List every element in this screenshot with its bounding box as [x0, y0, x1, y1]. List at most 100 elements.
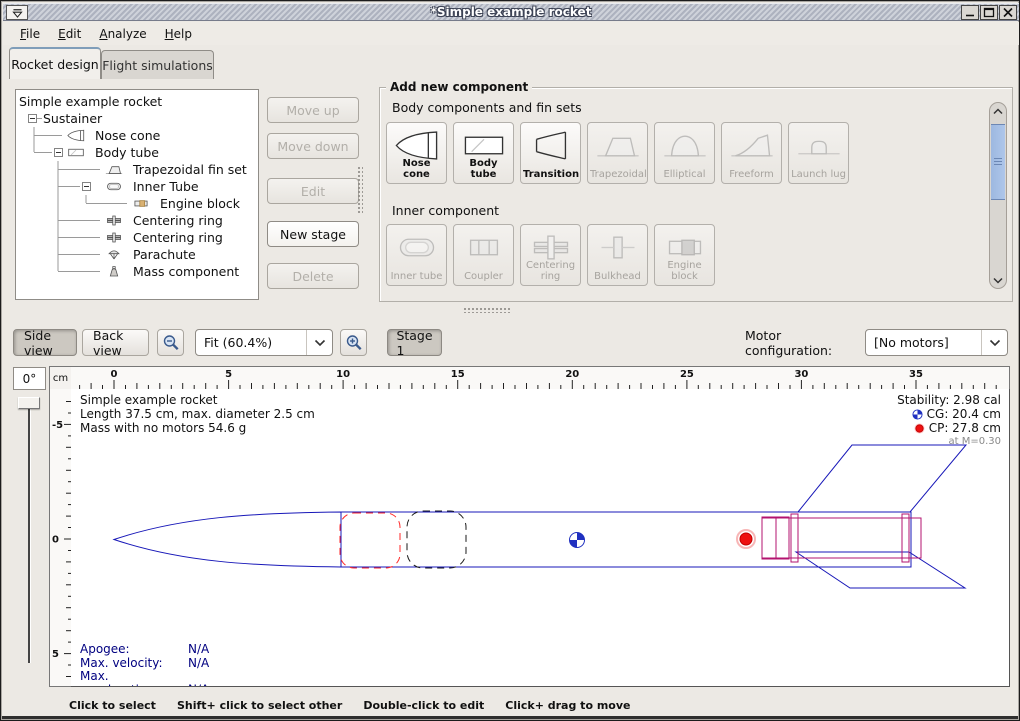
add-bulkhead-button[interactable]: Bulkhead	[587, 224, 648, 286]
tree-item-nose-cone[interactable]: Nose cone	[16, 127, 256, 144]
new-stage-button[interactable]: New stage	[267, 221, 359, 247]
tree-item-body-tube[interactable]: Body tube	[16, 144, 256, 161]
component-button-label: Body tube	[454, 158, 513, 180]
rocket-design-canvas[interactable]: Simple example rocket Length 37.5 cm, ma…	[71, 389, 1010, 687]
maximize-button[interactable]	[980, 5, 998, 20]
menu-file[interactable]: File	[11, 24, 49, 44]
move-down-button[interactable]: Move down	[267, 133, 359, 159]
bulkhead-icon	[595, 231, 641, 264]
add-coupler-button[interactable]: Coupler	[453, 224, 514, 286]
add-freeform-button[interactable]: Freeform	[721, 122, 782, 184]
add-centering-ring-button[interactable]: Centering ring	[520, 224, 581, 286]
add-elliptical-button[interactable]: Elliptical	[654, 122, 715, 184]
stability-block: Stability: 2.98 cal CG: 20.4 cm CP: 27.8…	[897, 393, 1001, 449]
back-view-button[interactable]: Back view	[82, 329, 149, 356]
rocket-name: Simple example rocket	[80, 393, 315, 407]
move-up-button[interactable]: Move up	[267, 97, 359, 123]
add-inner-tube-button[interactable]: Inner tube	[386, 224, 447, 286]
cp-value: CP: 27.8 cm	[929, 421, 1001, 435]
tree-expander-icon[interactable]	[28, 114, 37, 123]
inner-tube-icon	[102, 180, 126, 193]
tree-item-sustainer[interactable]: Sustainer	[16, 110, 256, 127]
svg-text:5: 5	[52, 649, 59, 660]
tree-item-simple-example-rocket[interactable]: Simple example rocket	[16, 93, 256, 110]
tree-item-label: Inner Tube	[133, 178, 199, 195]
tree-item-centering-ring[interactable]: Centering ring	[16, 229, 256, 246]
edit-button[interactable]: Edit	[267, 178, 359, 204]
component-button-label: Inner tube	[387, 271, 446, 282]
status-hint-0: Click to select	[69, 699, 156, 712]
mass-component-icon	[102, 265, 126, 278]
add-trapezoidal-button[interactable]: Trapezoidal	[587, 122, 648, 184]
tree-expander-icon[interactable]	[54, 148, 63, 157]
delete-button[interactable]: Delete	[267, 263, 359, 289]
tree-item-parachute[interactable]: Parachute	[16, 246, 256, 263]
menu-edit[interactable]: Edit	[49, 24, 90, 44]
vertical-splitter-handle[interactable]	[357, 166, 363, 214]
zoom-in-button[interactable]	[340, 329, 367, 356]
tree-item-mass-component[interactable]: Mass component	[16, 263, 256, 280]
add-engine-block-button[interactable]: Engine block	[654, 224, 715, 286]
launch-lug-icon	[796, 129, 842, 162]
tree-item-label: Nose cone	[95, 127, 160, 144]
rotation-slider-thumb[interactable]	[18, 397, 40, 409]
close-button[interactable]	[999, 5, 1017, 20]
rocket-mass: Mass with no motors 54.6 g	[80, 421, 315, 435]
status-hint-2: Double-click to edit	[363, 699, 484, 712]
horizontal-ruler: 05101520253035	[71, 366, 1010, 390]
tree-item-label: Parachute	[133, 246, 196, 263]
fin-trapezoidal-icon	[595, 129, 641, 162]
svg-text:25: 25	[680, 369, 694, 380]
tree-item-trapezoidal-fin-set[interactable]: Trapezoidal fin set	[16, 161, 256, 178]
tab-flight-simulations[interactable]: Flight simulations	[101, 50, 214, 79]
add-body-tube-button[interactable]: Body tube	[453, 122, 514, 184]
menu-help[interactable]: Help	[156, 24, 201, 44]
flight-data-block: Apogee:N/A Max. velocity:N/A Max. accele…	[80, 643, 209, 687]
scroll-up-button[interactable]	[990, 103, 1006, 119]
add-nose-cone-button[interactable]: Nose cone	[386, 122, 447, 184]
chevron-down-icon	[989, 339, 1001, 347]
tree-item-engine-block[interactable]: Engine block	[16, 195, 256, 212]
scroll-down-button[interactable]	[990, 272, 1006, 288]
title-bar: *Simple example rocket	[3, 3, 1019, 21]
window-title: *Simple example rocket	[3, 5, 1019, 19]
engine-block-icon	[129, 197, 153, 210]
nose-cone-outline	[114, 512, 341, 567]
body-tube-icon	[64, 146, 88, 159]
cg-legend-icon	[912, 409, 923, 420]
max-velocity-label: Max. velocity:	[80, 657, 188, 671]
app-window: *Simple example rocket FileEditAnalyzeHe…	[0, 0, 1020, 721]
chevron-down-icon	[993, 277, 1003, 284]
zoom-level-select[interactable]: Fit (60.4%)	[195, 329, 333, 356]
rotation-slider-track[interactable]	[28, 399, 31, 663]
tree-item-centering-ring[interactable]: Centering ring	[16, 212, 256, 229]
horizontal-splitter-handle[interactable]	[463, 307, 511, 313]
svg-text:15: 15	[451, 369, 465, 380]
side-view-button[interactable]: Side view	[13, 329, 77, 356]
add-launch-lug-button[interactable]: Launch lug	[788, 122, 849, 184]
add-component-group: Add new component Body components and fi…	[379, 87, 1013, 302]
tree-item-label: Mass component	[133, 263, 239, 280]
tree-item-inner-tube[interactable]: Inner Tube	[16, 178, 256, 195]
window-menu-button[interactable]	[6, 5, 28, 20]
svg-text:0: 0	[52, 535, 59, 546]
motor-configuration-select[interactable]: [No motors]	[865, 329, 1008, 356]
svg-text:-5: -5	[52, 420, 63, 431]
svg-text:30: 30	[794, 369, 808, 380]
component-tree-panel: Simple example rocketSustainerNose coneB…	[15, 89, 259, 300]
fin-trapezoidal-icon	[102, 163, 126, 176]
max-velocity-value: N/A	[188, 656, 209, 670]
tree-expander-icon[interactable]	[82, 182, 91, 191]
svg-text:20: 20	[565, 369, 579, 380]
scrollbar-thumb[interactable]	[991, 124, 1005, 200]
add-transition-button[interactable]: Transition	[520, 122, 581, 184]
motor-configuration-label: Motor configuration:	[745, 329, 861, 356]
stage-1-toggle[interactable]: Stage 1	[387, 329, 442, 356]
minimize-button[interactable]	[961, 5, 979, 20]
tab-rocket-design[interactable]: Rocket design	[9, 47, 101, 79]
body-tube-outline	[341, 512, 911, 567]
zoom-out-button[interactable]	[157, 329, 184, 356]
menu-analyze[interactable]: Analyze	[90, 24, 155, 44]
component-scrollbar[interactable]	[989, 102, 1007, 289]
engine-block-icon	[129, 197, 153, 210]
